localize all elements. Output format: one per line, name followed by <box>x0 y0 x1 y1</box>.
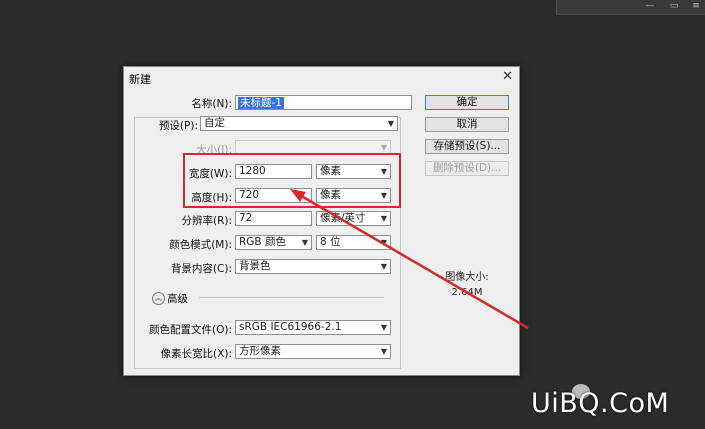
ok-button[interactable]: 确定 <box>425 95 509 110</box>
preset-label: 预设(P): <box>158 120 198 132</box>
resolution-input[interactable]: 72 <box>235 211 312 226</box>
save-preset-button[interactable]: 存储预设(S)... <box>425 139 509 154</box>
chevron-down-icon: ▼ <box>301 238 308 247</box>
chevron-up-circle-icon[interactable]: ︽ <box>152 292 165 305</box>
bit-depth-value: 8 位 <box>320 236 341 248</box>
screen: { "dialog": { "title": "新建", "close_glyp… <box>0 0 705 429</box>
chevron-down-icon: ▼ <box>387 119 394 128</box>
new-document-dialog: 新建 ✕ 名称(N): 未标题-1 预设(P): 自定 ▼ 大小(I): ▼ 宽… <box>123 66 520 376</box>
color-mode-select[interactable]: RGB 颜色 ▼ <box>235 235 312 250</box>
pixel-aspect-label: 像素长宽比(X): <box>160 348 232 360</box>
name-label: 名称(N): <box>191 98 232 110</box>
chevron-down-icon: ▼ <box>380 214 387 223</box>
resolution-unit-value: 像素/英寸 <box>320 212 366 224</box>
pixel-aspect-value: 方形像素 <box>239 345 281 357</box>
preset-value: 自定 <box>204 117 225 129</box>
chevron-down-icon: ▼ <box>380 323 387 332</box>
pixel-aspect-select[interactable]: 方形像素 ▼ <box>235 344 391 359</box>
minimize-icon[interactable]: — <box>645 1 655 11</box>
color-mode-label: 颜色模式(M): <box>169 239 232 251</box>
background-select[interactable]: 背景色 ▼ <box>235 259 391 274</box>
chevron-down-icon: ▼ <box>380 262 387 271</box>
name-input[interactable]: 未标题-1 <box>235 95 412 110</box>
close-icon[interactable]: ✕ <box>502 69 513 84</box>
color-profile-select[interactable]: sRGB IEC61966-2.1 ▼ <box>235 320 391 335</box>
chevron-down-icon: ▼ <box>380 347 387 356</box>
background-value: 背景色 <box>239 260 271 272</box>
image-size-value: 2.64M <box>451 287 483 298</box>
dialog-title: 新建 <box>129 73 151 86</box>
resolution-unit-select[interactable]: 像素/英寸 ▼ <box>316 211 391 226</box>
annotation-highlight-box <box>183 153 401 208</box>
bit-depth-select[interactable]: 8 位 ▼ <box>316 235 391 250</box>
color-profile-label: 颜色配置文件(O): <box>149 324 232 336</box>
cancel-button[interactable]: 取消 <box>425 117 509 132</box>
advanced-toggle-label[interactable]: 高级 <box>167 291 188 306</box>
app-toolbar-fragment: — ▭ ≡ <box>556 0 705 15</box>
window-icon[interactable]: ▭ <box>669 1 679 11</box>
color-mode-value: RGB 颜色 <box>239 236 286 248</box>
image-size-label: 图像大小: <box>445 272 489 283</box>
resolution-label: 分辨率(R): <box>181 215 232 227</box>
chevron-down-icon: ▼ <box>380 238 387 247</box>
name-input-selected-text: 未标题-1 <box>238 97 284 109</box>
preset-select[interactable]: 自定 ▼ <box>200 116 398 131</box>
color-profile-value: sRGB IEC61966-2.1 <box>239 321 342 333</box>
background-label: 背景内容(C): <box>170 263 232 275</box>
menu-icon[interactable]: ≡ <box>691 1 701 11</box>
watermark-text: UiBQ.CoM <box>531 388 670 419</box>
delete-preset-button[interactable]: 删除预设(D)... <box>425 161 509 176</box>
advanced-divider <box>199 297 384 298</box>
